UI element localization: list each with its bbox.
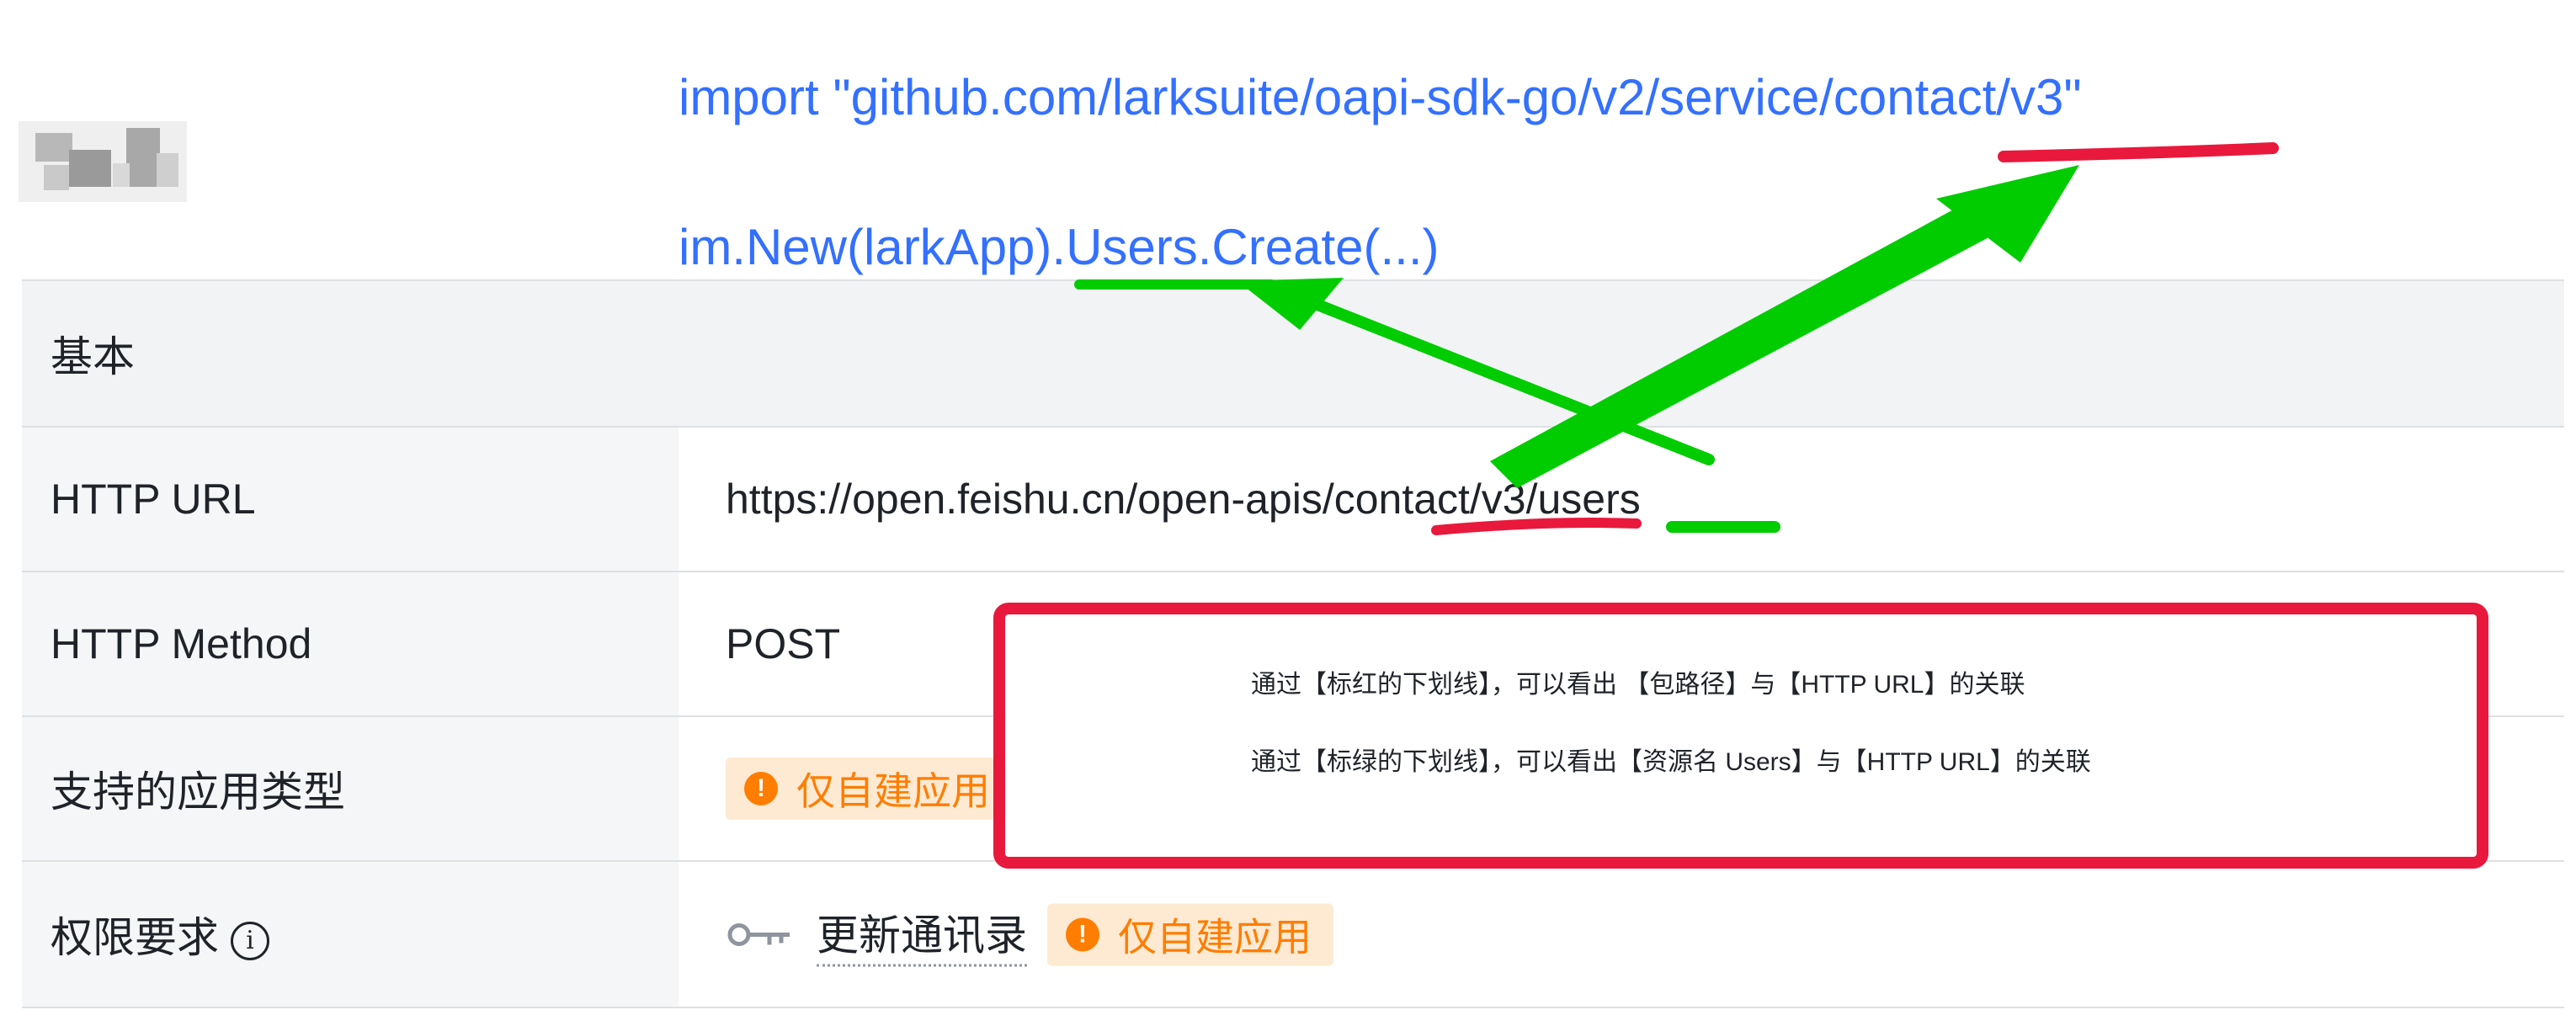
call-line: im.New(larkApp).Users.Create(...) — [679, 219, 1440, 275]
tag-label: 仅自建应用 — [1118, 915, 1312, 959]
annotation-callout-box: 通过【标红的下划线】，可以看出 【包路径】与【HTTP URL】的关联 通过【标… — [993, 603, 2488, 869]
label-cell: 支持的应用类型 — [22, 717, 679, 860]
permission-tag: ! 仅自建应用 — [1047, 903, 1333, 965]
http-method-value: POST — [726, 620, 841, 667]
key-icon — [727, 922, 790, 946]
app-type-tag: ! 仅自建应用 — [726, 758, 1012, 820]
table-row-permission: 权限要求 i 更新通讯录 ! 仅自建应用 — [22, 862, 2564, 1008]
row-label: 权限要求 i — [51, 904, 269, 965]
exclamation-icon: ! — [1066, 917, 1099, 951]
permission-label: 权限要求 — [51, 914, 219, 961]
http-url-value[interactable]: https://open.feishu.cn/open-apis/contact… — [726, 475, 1641, 524]
green-underline-note: 通过【标绿的下划线】，可以看出【资源名 Users】与【HTTP URL】的关联 — [1251, 748, 2091, 776]
exclamation-icon: ! — [744, 772, 778, 805]
row-label: 支持的应用类型 — [51, 768, 345, 816]
row-label: HTTP URL — [51, 476, 256, 523]
permission-value: 更新通讯录 ! 仅自建应用 — [726, 902, 1333, 967]
label-cell: 权限要求 i — [22, 862, 679, 1007]
info-icon[interactable]: i — [231, 921, 269, 960]
tag-label: 仅自建应用 — [796, 769, 990, 813]
row-label: HTTP Method — [51, 620, 312, 667]
app-type-value: ! 仅自建应用 — [726, 758, 1012, 820]
red-underline-note: 通过【标红的下划线】，可以看出 【包路径】与【HTTP URL】的关联 — [1251, 671, 2025, 699]
label-cell: HTTP Method — [22, 572, 679, 715]
table-header-row: 基本 — [22, 281, 2564, 428]
label-cell: HTTP URL — [22, 428, 679, 571]
table-header-label: 基本 — [51, 333, 135, 380]
permission-name-link[interactable]: 更新通讯录 — [817, 902, 1027, 967]
blurred-logo — [19, 121, 187, 202]
import-line: import "github.com/larksuite/oapi-sdk-go… — [679, 69, 2082, 125]
table-row-http-url: HTTP URL https://open.feishu.cn/open-api… — [22, 428, 2564, 572]
red-underline-import — [1998, 142, 2279, 162]
